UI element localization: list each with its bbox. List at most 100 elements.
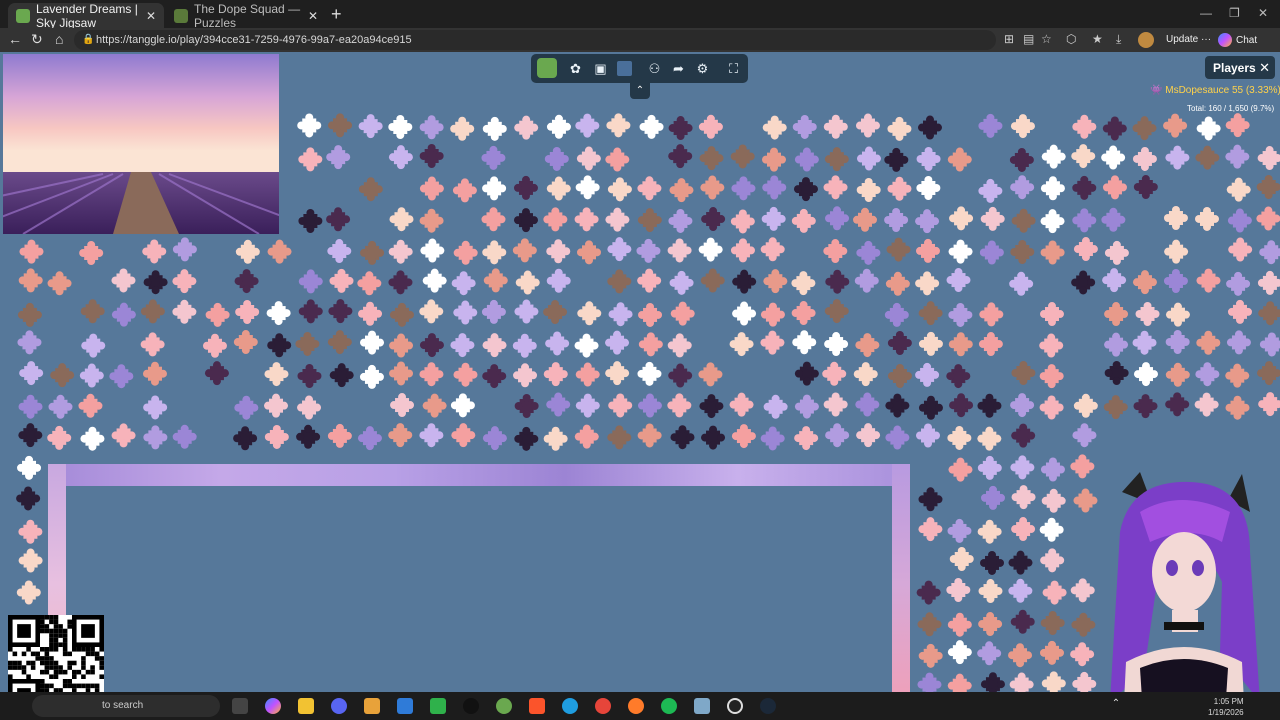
puzzle-piece[interactable] bbox=[980, 206, 1005, 231]
puzzle-piece[interactable] bbox=[1163, 206, 1188, 231]
puzzle-piece[interactable] bbox=[729, 392, 754, 417]
puzzle-piece[interactable] bbox=[1072, 423, 1097, 448]
puzzle-piece[interactable] bbox=[1011, 485, 1036, 510]
puzzle-piece[interactable] bbox=[1101, 145, 1126, 170]
puzzle-piece[interactable] bbox=[575, 113, 600, 138]
file-explorer-icon[interactable] bbox=[298, 698, 314, 714]
puzzle-piece[interactable] bbox=[360, 330, 385, 355]
puzzle-piece[interactable] bbox=[977, 641, 1002, 666]
puzzle-piece[interactable] bbox=[143, 395, 168, 420]
puzzle-piece[interactable] bbox=[668, 144, 693, 169]
puzzle-piece[interactable] bbox=[792, 330, 817, 355]
puzzle-piece[interactable] bbox=[1225, 395, 1250, 420]
puzzle-piece[interactable] bbox=[1010, 114, 1035, 139]
puzzle-piece[interactable] bbox=[47, 271, 72, 296]
puzzle-piece[interactable] bbox=[1196, 116, 1221, 141]
puzzle-piece[interactable] bbox=[887, 176, 912, 201]
puzzle-piece[interactable] bbox=[358, 177, 383, 202]
system-clock[interactable]: 1:05 PM 1/19/2026 bbox=[1208, 696, 1244, 718]
puzzle-piece[interactable] bbox=[698, 237, 723, 262]
puzzle-piece[interactable] bbox=[980, 550, 1005, 575]
puzzle-piece[interactable] bbox=[794, 426, 819, 451]
puzzle-piece[interactable] bbox=[763, 394, 788, 419]
puzzle-piece[interactable] bbox=[607, 237, 632, 262]
puzzle-piece[interactable] bbox=[823, 114, 848, 139]
puzzle-piece[interactable] bbox=[608, 302, 633, 327]
puzzle-icon[interactable] bbox=[537, 58, 557, 78]
puzzle-piece[interactable] bbox=[1040, 240, 1065, 265]
puzzle-piece[interactable] bbox=[264, 424, 289, 449]
puzzle-piece[interactable] bbox=[949, 547, 974, 572]
puzzle-piece[interactable] bbox=[419, 299, 444, 324]
puzzle-piece[interactable] bbox=[1073, 237, 1098, 262]
puzzle-piece[interactable] bbox=[111, 268, 136, 293]
puzzle-piece[interactable] bbox=[543, 207, 568, 232]
puzzle-piece[interactable] bbox=[451, 423, 476, 448]
puzzle-piece[interactable] bbox=[453, 362, 478, 387]
puzzle-piece[interactable] bbox=[358, 301, 383, 326]
app-icon[interactable] bbox=[364, 698, 380, 714]
puzzle-piece[interactable] bbox=[1008, 578, 1033, 603]
puzzle-piece[interactable] bbox=[514, 115, 539, 140]
puzzle-piece[interactable] bbox=[1195, 145, 1220, 170]
puzzle-piece[interactable] bbox=[19, 361, 44, 386]
puzzle-piece[interactable] bbox=[420, 238, 445, 263]
puzzle-piece[interactable] bbox=[1164, 239, 1189, 264]
puzzle-piece[interactable] bbox=[235, 239, 260, 264]
favorite-star-icon[interactable]: ☆ bbox=[1041, 32, 1052, 46]
puzzle-piece[interactable] bbox=[482, 333, 507, 358]
puzzle-piece[interactable] bbox=[1226, 271, 1251, 296]
puzzle-piece[interactable] bbox=[1072, 208, 1097, 233]
puzzle-piece[interactable] bbox=[419, 208, 444, 233]
puzzle-piece[interactable] bbox=[916, 175, 941, 200]
downloads-icon[interactable]: ⤓ bbox=[1116, 32, 1121, 47]
puzzle-piece[interactable] bbox=[1256, 175, 1280, 200]
puzzle-piece[interactable] bbox=[326, 145, 351, 170]
puzzle-piece[interactable] bbox=[1196, 268, 1221, 293]
puzzle-piece[interactable] bbox=[1011, 208, 1036, 233]
window-close-icon[interactable]: ✕ bbox=[1258, 6, 1268, 20]
puzzle-piece[interactable] bbox=[667, 238, 692, 263]
puzzle-piece[interactable] bbox=[669, 270, 694, 295]
puzzle-piece[interactable] bbox=[917, 612, 942, 637]
puzzle-piece[interactable] bbox=[327, 330, 352, 355]
puzzle-piece[interactable] bbox=[855, 333, 880, 358]
puzzle-piece[interactable] bbox=[235, 299, 260, 324]
puzzle-piece[interactable] bbox=[543, 362, 568, 387]
puzzle-piece[interactable] bbox=[1072, 114, 1097, 139]
puzzle-piece[interactable] bbox=[233, 426, 258, 451]
puzzle-piece[interactable] bbox=[388, 270, 413, 295]
puzzle-piece[interactable] bbox=[977, 426, 1002, 451]
puzzle-piece[interactable] bbox=[233, 330, 258, 355]
puzzle-piece[interactable] bbox=[17, 330, 42, 355]
puzzle-piece[interactable] bbox=[948, 239, 973, 264]
puzzle-piece[interactable] bbox=[543, 426, 568, 451]
puzzle-piece[interactable] bbox=[577, 240, 602, 265]
puzzle-piece[interactable] bbox=[389, 333, 414, 358]
puzzle-piece[interactable] bbox=[978, 113, 1003, 138]
puzzle-piece[interactable] bbox=[760, 426, 785, 451]
puzzle-piece[interactable] bbox=[483, 268, 508, 293]
favorites-icon[interactable]: ★ bbox=[1092, 32, 1103, 46]
puzzle-piece[interactable] bbox=[918, 395, 943, 420]
puzzle-piece[interactable] bbox=[481, 145, 506, 170]
puzzle-piece[interactable] bbox=[825, 269, 850, 294]
puzzle-piece[interactable] bbox=[78, 393, 103, 418]
puzzle-piece[interactable] bbox=[918, 643, 943, 668]
puzzle-piece[interactable] bbox=[605, 330, 630, 355]
puzzle-piece[interactable] bbox=[732, 301, 757, 326]
puzzle-piece[interactable] bbox=[18, 394, 43, 419]
puzzle-piece[interactable] bbox=[947, 673, 972, 692]
puzzle-piece[interactable] bbox=[1227, 299, 1252, 324]
puzzle-piece[interactable] bbox=[1103, 395, 1128, 420]
puzzle-piece[interactable] bbox=[16, 580, 41, 605]
puzzle-piece[interactable] bbox=[482, 240, 507, 265]
puzzle-piece[interactable] bbox=[419, 144, 444, 169]
puzzle-piece[interactable] bbox=[1132, 330, 1157, 355]
puzzle-piece[interactable] bbox=[1135, 301, 1160, 326]
puzzle-piece[interactable] bbox=[884, 147, 909, 172]
puzzle-piece[interactable] bbox=[608, 393, 633, 418]
puzzle-piece[interactable] bbox=[328, 113, 353, 138]
puzzle-piece[interactable] bbox=[357, 271, 382, 296]
app-icon-blue[interactable] bbox=[397, 698, 413, 714]
